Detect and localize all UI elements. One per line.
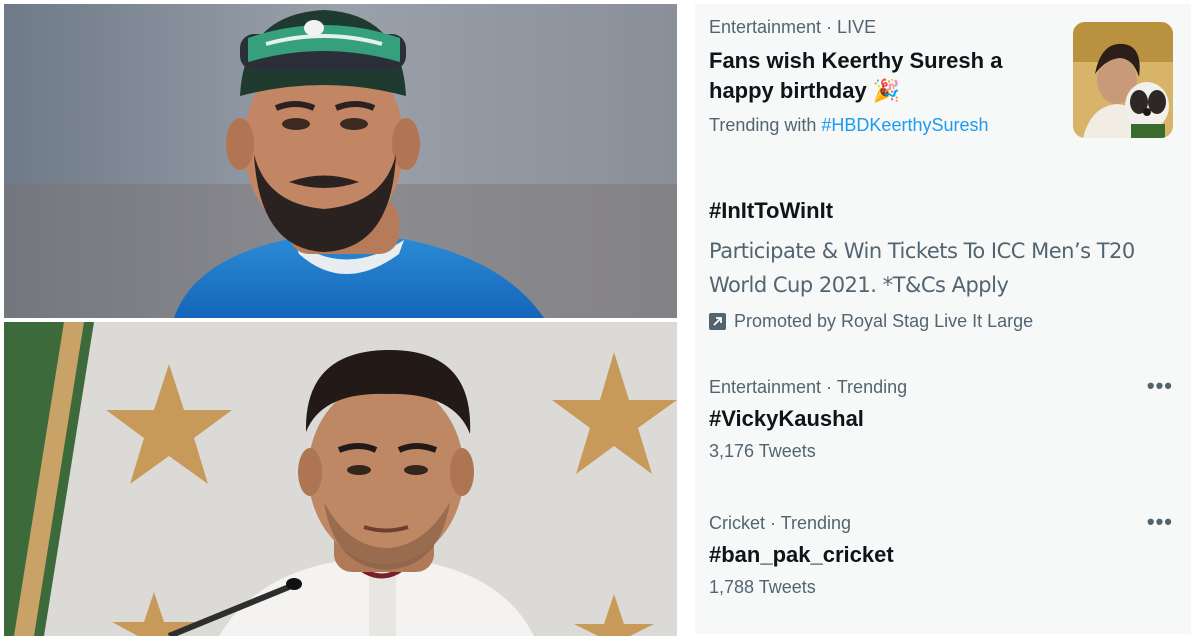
- cricketer-press-illustration: [4, 322, 677, 636]
- trend-meta: Cricket · Trending: [709, 513, 852, 533]
- top-photo: [4, 4, 677, 318]
- trend-headline: #ban_pak_cricket: [709, 542, 894, 567]
- trend-headline: #InItToWinIt: [709, 198, 834, 223]
- hashtag-link[interactable]: #HBDKeerthySuresh: [821, 115, 988, 135]
- bottom-photo: [4, 322, 677, 636]
- more-horizontal-icon[interactable]: •••: [1147, 375, 1173, 397]
- trend-headline: Fans wish Keerthy Suresh a happy birthda…: [709, 48, 1003, 103]
- promoted-by: Promoted by Royal Stag Live It Large: [709, 310, 1177, 332]
- trend-item-vickykaushal[interactable]: Entertainment · Trending #VickyKaushal 3…: [709, 375, 1177, 462]
- trend-item-promoted[interactable]: #InItToWinIt Participate & Win Tickets T…: [709, 196, 1177, 332]
- cricketer-cap-illustration: [4, 4, 677, 318]
- trends-panel: Entertainment · LIVE Fans wish Keerthy S…: [695, 4, 1191, 634]
- promoted-description: Participate & Win Tickets To ICC Men’s T…: [709, 239, 1135, 297]
- tweet-count: 1,788 Tweets: [709, 577, 816, 597]
- thumbnail-woman-dog-illustration: [1073, 22, 1173, 138]
- promoted-label: Promoted by Royal Stag Live It Large: [734, 311, 1034, 331]
- trend-meta: Entertainment · Trending: [709, 377, 908, 397]
- trend-item-ban-pak-cricket[interactable]: Cricket · Trending #ban_pak_cricket 1,78…: [709, 511, 1177, 598]
- promoted-arrow-icon: [709, 312, 726, 330]
- trend-item-keerthy[interactable]: Entertainment · LIVE Fans wish Keerthy S…: [709, 16, 1177, 138]
- trend-thumbnail[interactable]: [1073, 22, 1173, 138]
- tweet-count: 3,176 Tweets: [709, 441, 816, 461]
- trend-headline: #VickyKaushal: [709, 406, 864, 431]
- more-horizontal-icon[interactable]: •••: [1147, 511, 1173, 533]
- trending-with-label: Trending with: [709, 115, 817, 135]
